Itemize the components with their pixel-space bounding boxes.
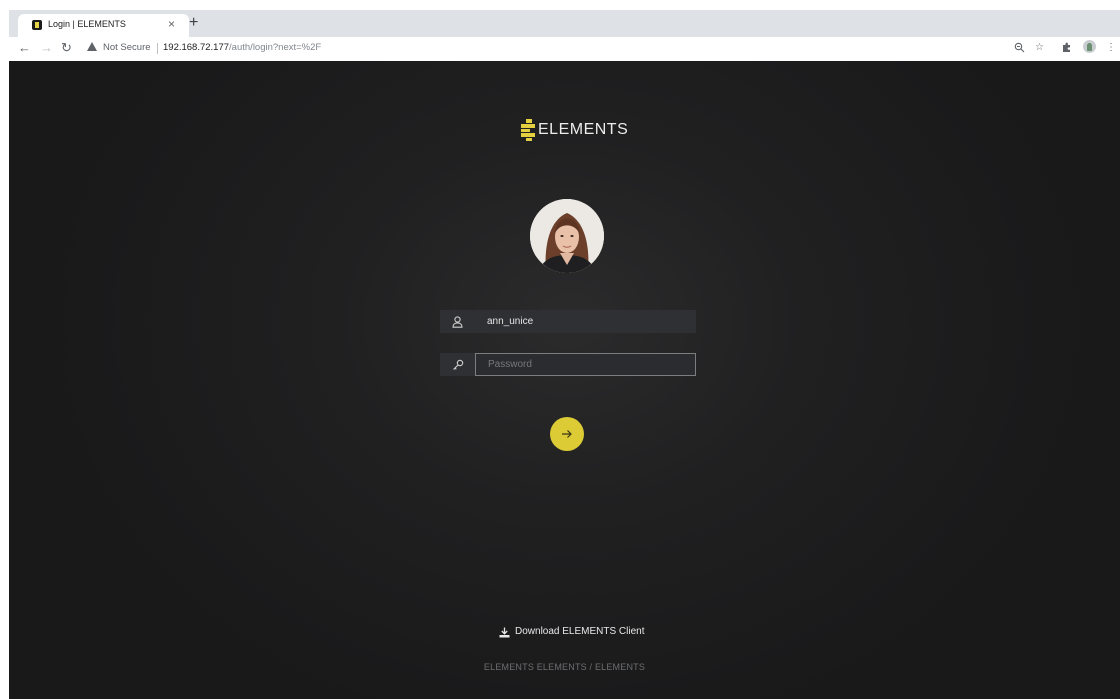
download-icon bbox=[499, 627, 510, 638]
url-path: /auth/login?next=%2F bbox=[229, 42, 322, 53]
username-input[interactable] bbox=[475, 310, 696, 333]
logo-text: ELEMENTS bbox=[538, 121, 629, 138]
address-bar[interactable]: Not Secure 192.168.72.177/auth/login?nex… bbox=[79, 39, 1109, 58]
star-icon[interactable]: ☆ bbox=[1035, 42, 1044, 54]
username-field bbox=[440, 310, 696, 333]
login-page: ELEMENTS Download ELEM bbox=[9, 61, 1120, 699]
footer-text: ELEMENTS ELEMENTS / ELEMENTS bbox=[483, 662, 646, 672]
browser-tab[interactable]: Login | ELEMENTS × bbox=[18, 14, 189, 37]
arrow-right-icon bbox=[562, 430, 572, 438]
tab-title: Login | ELEMENTS bbox=[48, 19, 126, 29]
extensions-icon[interactable] bbox=[1061, 42, 1072, 57]
login-submit-button[interactable] bbox=[550, 417, 584, 451]
security-indicator[interactable]: Not Secure bbox=[103, 42, 151, 53]
browser-toolbar: ← → ↻ Not Secure 192.168.72.177/auth/log… bbox=[9, 37, 1120, 62]
elements-logo-mark-icon bbox=[521, 119, 535, 141]
browser-tabstrip: Login | ELEMENTS × + bbox=[9, 10, 1120, 37]
zoom-icon[interactable] bbox=[1014, 42, 1025, 57]
user-avatar bbox=[530, 199, 604, 273]
download-client-label: Download ELEMENTS Client bbox=[515, 626, 645, 637]
key-icon bbox=[440, 353, 475, 376]
elements-favicon-icon bbox=[32, 20, 42, 30]
forward-arrow-icon[interactable]: → bbox=[40, 40, 53, 56]
url-host: 192.168.72.177 bbox=[163, 42, 230, 53]
url-text[interactable]: 192.168.72.177/auth/login?next=%2F bbox=[163, 42, 321, 53]
back-arrow-icon[interactable]: ← bbox=[18, 40, 31, 56]
omnibox-divider bbox=[157, 43, 158, 54]
warning-icon[interactable] bbox=[87, 42, 97, 51]
new-tab-button[interactable]: + bbox=[189, 13, 198, 33]
password-input[interactable] bbox=[475, 353, 696, 376]
reload-icon[interactable]: ↻ bbox=[61, 40, 72, 56]
menu-icon[interactable]: ⋮ bbox=[1106, 42, 1116, 54]
password-field bbox=[440, 353, 696, 376]
profile-avatar-icon[interactable] bbox=[1083, 40, 1096, 53]
tab-close-icon[interactable]: × bbox=[168, 17, 175, 31]
user-icon bbox=[440, 310, 475, 333]
